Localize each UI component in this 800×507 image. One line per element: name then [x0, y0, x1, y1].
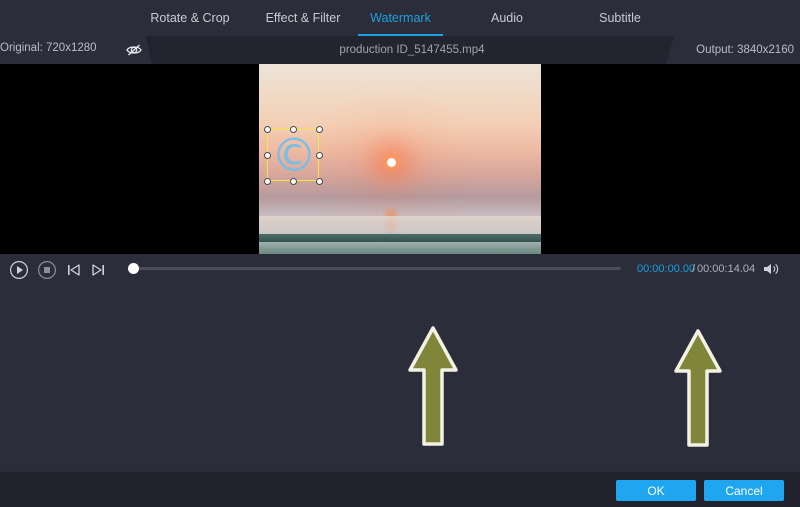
tab-label: Subtitle [599, 11, 641, 25]
stop-icon[interactable] [37, 260, 57, 280]
resize-handle-se[interactable] [316, 178, 323, 185]
resize-handle-s[interactable] [290, 178, 297, 185]
next-frame-icon[interactable] [88, 260, 108, 280]
watermark-editor-window: Rotate & Crop Effect & Filter Watermark … [0, 0, 800, 507]
seek-slider-knob[interactable] [128, 263, 139, 274]
pointer-arrow-to-left-field [404, 326, 462, 446]
seek-slider-track[interactable] [128, 267, 621, 270]
tab-audio[interactable]: Audio [468, 0, 546, 36]
original-resolution-chip: Original: 720x1280 [0, 36, 152, 64]
resize-handle-n[interactable] [290, 126, 297, 133]
volume-icon[interactable] [762, 261, 780, 277]
resize-handle-sw[interactable] [264, 178, 271, 185]
tab-subtitle[interactable]: Subtitle [580, 0, 660, 36]
tab-label: Watermark [370, 11, 431, 25]
ok-button[interactable]: OK [616, 480, 696, 501]
resize-handle-ne[interactable] [316, 126, 323, 133]
filename-chip: production ID_5147455.mp4 [152, 36, 672, 64]
resize-handle-w[interactable] [264, 152, 271, 159]
resize-handle-nw[interactable] [264, 126, 271, 133]
total-time-label: 00:00:14.04 [697, 263, 755, 275]
resize-handle-e[interactable] [316, 152, 323, 159]
eye-hidden-icon[interactable] [124, 41, 144, 59]
watermark-selection-box[interactable]: © [267, 129, 319, 181]
sun-glow [387, 158, 396, 167]
time-separator: / [692, 263, 695, 275]
tab-label: Rotate & Crop [150, 11, 229, 25]
play-icon[interactable] [9, 260, 29, 280]
video-preview-area[interactable]: © [0, 64, 800, 254]
tab-rotate-crop[interactable]: Rotate & Crop [130, 0, 250, 36]
tab-label: Effect & Filter [266, 11, 341, 25]
cancel-button[interactable]: Cancel [704, 480, 784, 501]
filename-label: production ID_5147455.mp4 [339, 44, 484, 56]
tab-effect-filter[interactable]: Effect & Filter [243, 0, 363, 36]
output-resolution-label: Output: 3840x2160 [696, 44, 794, 56]
wave-foam-band [259, 242, 541, 254]
copyright-watermark-icon[interactable]: © [271, 133, 317, 179]
previous-frame-icon[interactable] [64, 260, 84, 280]
tab-label: Audio [491, 11, 523, 25]
output-resolution-chip: Output: 3840x2160 [666, 36, 800, 64]
current-time-label: 00:00:00.00 [637, 263, 695, 275]
tab-watermark[interactable]: Watermark [348, 0, 453, 36]
media-info-bar: Original: 720x1280 production ID_5147455… [0, 36, 800, 64]
editor-tab-bar: Rotate & Crop Effect & Filter Watermark … [0, 0, 800, 36]
sea-band [259, 216, 541, 234]
dialog-footer: OK Cancel [0, 471, 800, 507]
original-resolution-label: Original: 720x1280 [0, 42, 97, 54]
pointer-arrow-to-add-image-button [670, 329, 726, 447]
